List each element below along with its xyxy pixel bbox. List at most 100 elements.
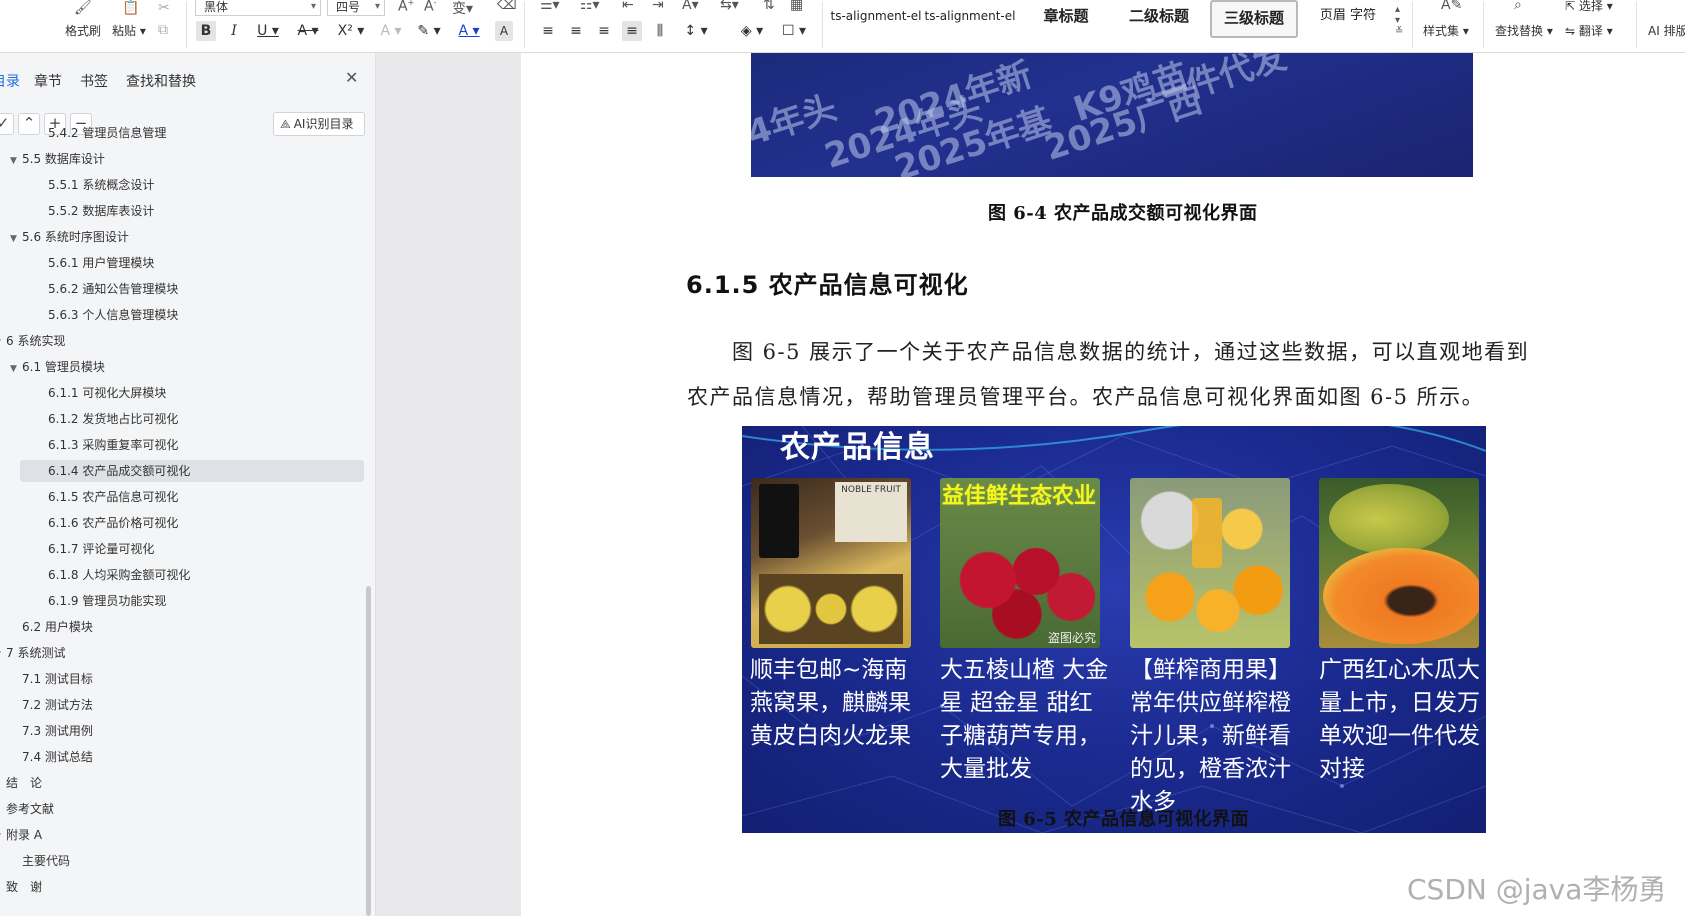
grow-font-icon[interactable]: A+ xyxy=(398,0,414,15)
style-heading-2[interactable]: 二级标题 xyxy=(1114,0,1204,38)
paste-icon[interactable]: 📋 xyxy=(122,0,139,16)
style-chapter-title[interactable]: 章标题 xyxy=(1024,0,1108,38)
toc-item[interactable]: ▼7 系统测试 xyxy=(0,642,65,664)
product-photo-pitaya[interactable]: NOBLE FRUIT xyxy=(751,478,911,648)
style-header-char[interactable]: 页眉 字符 xyxy=(1304,0,1392,38)
table-icon[interactable]: ▦ xyxy=(790,0,803,13)
toc-item[interactable]: 6.1.2 发货地占比可视化 xyxy=(48,408,178,430)
line-break-icon[interactable]: ⇆▾ xyxy=(720,0,739,13)
toc-item[interactable]: 参考文献 xyxy=(6,798,54,820)
product-photo-oranges[interactable] xyxy=(1130,478,1290,648)
paste-button[interactable]: 粘贴 ▾ xyxy=(112,22,146,39)
decrease-indent-icon[interactable]: ⇤ xyxy=(622,0,634,13)
format-painter-button[interactable]: 格式刷 xyxy=(65,22,101,39)
border-button[interactable]: ☐ ▾ xyxy=(778,21,810,41)
highlight-button[interactable]: ✎ ▾ xyxy=(413,21,445,41)
gallery-scroll-icon[interactable]: ▴ ▾ ≚ xyxy=(1395,4,1403,37)
format-painter-icon[interactable]: 🖌 xyxy=(74,0,92,16)
justify-button[interactable]: ≡ xyxy=(622,21,642,41)
search-icon[interactable]: ⌕ xyxy=(1514,0,1522,13)
expand-triangle-icon[interactable]: ▼ xyxy=(10,150,22,172)
style-set-icon[interactable]: A✎ xyxy=(1441,0,1462,13)
cut-icon[interactable]: ✂ xyxy=(158,0,170,16)
toc-item[interactable]: 7.4 测试总结 xyxy=(22,746,93,768)
toc-item[interactable]: ▼ 5.5 数据库设计 xyxy=(10,148,105,170)
strikethrough-button[interactable]: A ▾ xyxy=(294,21,322,41)
increase-indent-icon[interactable]: ⇥ xyxy=(652,0,664,13)
sort-az-icon[interactable]: ⇅ xyxy=(763,0,775,13)
line-spacing-button[interactable]: ↕ ▾ xyxy=(680,21,712,41)
toc-item[interactable]: 6.1.1 可视化大屏模块 xyxy=(48,382,166,404)
translate-button[interactable]: ⇋ 翻译 ▾ xyxy=(1565,22,1613,39)
align-center-button[interactable]: ≡ xyxy=(566,21,586,41)
distribute-button[interactable]: ⫼ xyxy=(650,21,670,41)
toc-item[interactable]: 6.1.5 农产品信息可视化 xyxy=(48,486,178,508)
tab-bookmarks[interactable]: 书签 xyxy=(80,71,108,91)
toc-item[interactable]: 6.1.4 农产品成交额可视化 xyxy=(48,460,190,482)
toc-item[interactable]: 6.1.6 农产品价格可视化 xyxy=(48,512,178,534)
tab-chapters[interactable]: 章节 xyxy=(34,71,62,91)
shading-button[interactable]: ◈ ▾ xyxy=(736,21,768,41)
phonetic-icon[interactable]: 变▾ xyxy=(452,0,473,18)
ai-detect-toc-button[interactable]: ⟁ AI识别目录 xyxy=(273,112,365,136)
expand-triangle-icon[interactable]: ▼ xyxy=(10,358,22,380)
align-left-button[interactable]: ≡ xyxy=(538,21,558,41)
expand-triangle-icon[interactable]: ▼ xyxy=(10,228,22,250)
toc-item[interactable]: 5.4.2 管理员信息管理 xyxy=(48,122,166,144)
toc-item[interactable]: ▼ 6.1 管理员模块 xyxy=(10,356,105,378)
toc-item[interactable]: 6.2 用户模块 xyxy=(22,616,93,638)
style-heading-3[interactable]: 三级标题 xyxy=(1210,0,1298,38)
toc-item[interactable]: 7.1 测试目标 xyxy=(22,668,93,690)
find-replace-button[interactable]: 查找替换 ▾ xyxy=(1495,22,1553,39)
nav-scrollbar[interactable] xyxy=(366,586,371,916)
font-size-select[interactable]: 四号 ▾ xyxy=(327,0,385,16)
copy-icon[interactable]: ⧉ xyxy=(158,22,168,38)
toc-item[interactable]: 7.2 测试方法 xyxy=(22,694,93,716)
numbered-list-icon[interactable]: ☷▾ xyxy=(580,0,600,13)
style-ts-alignment-1[interactable]: ts-alignment-el xyxy=(830,0,922,38)
bullet-list-icon[interactable]: ☰▾ xyxy=(540,0,560,13)
toc-item[interactable]: 6.1.7 评论量可视化 xyxy=(48,538,154,560)
toc-item[interactable]: 5.6.2 通知公告管理模块 xyxy=(48,278,178,300)
toc-item[interactable]: ▼6 系统实现 xyxy=(0,330,65,352)
italic-button[interactable]: I xyxy=(225,21,243,41)
figure-6-4-image[interactable]: 4年头 2024年头 2024年新 2025年基 2025广西 K9鸡苗 一件代… xyxy=(751,53,1473,177)
tab-find-replace[interactable]: 查找和替换 xyxy=(126,71,196,91)
product-photo-papaya[interactable] xyxy=(1319,478,1479,648)
tab-toc[interactable]: 目录 xyxy=(0,71,20,91)
toc-item[interactable]: 7.3 测试用例 xyxy=(22,720,93,742)
toc-item-label: 6.2 用户模块 xyxy=(22,620,93,634)
select-button[interactable]: ⇱ 选择 ▾ xyxy=(1565,0,1613,14)
style-ts-alignment-2[interactable]: ts-alignment-el xyxy=(924,0,1016,38)
ai-layout-button[interactable]: AI 排版 xyxy=(1648,22,1685,39)
toc-item[interactable]: 结 论 xyxy=(6,772,42,794)
chevron-up-icon[interactable]: ⌃ xyxy=(18,113,40,135)
sort-icon[interactable]: A▾ xyxy=(682,0,699,13)
figure-6-5-image[interactable]: 农产品信息 NOBLE FRUIT 顺丰包邮~海南燕窝果，麒麟果黄皮白肉火龙果 … xyxy=(742,426,1486,833)
toc-item[interactable]: 5.6.1 用户管理模块 xyxy=(48,252,154,274)
toc-item[interactable]: 5.6.3 个人信息管理模块 xyxy=(48,304,178,326)
superscript-button[interactable]: X² ▾ xyxy=(335,21,367,41)
bold-button[interactable]: B xyxy=(196,21,216,41)
toc-item[interactable]: 5.5.1 系统概念设计 xyxy=(48,174,154,196)
font-color-button[interactable]: A ▾ xyxy=(454,21,484,41)
product-photo-hawthorn[interactable]: 益佳鲜生态农业 盗图必究 xyxy=(940,478,1100,648)
close-icon[interactable]: ✕ xyxy=(345,68,358,87)
toc-item[interactable]: 6.1.9 管理员功能实现 xyxy=(48,590,166,612)
toc-item[interactable]: 6.1.3 采购重复率可视化 xyxy=(48,434,178,456)
font-name-select[interactable]: 黑体 ▾ xyxy=(195,0,321,16)
char-shading-button[interactable]: A xyxy=(495,21,513,41)
toc-item[interactable]: 5.5.2 数据库表设计 xyxy=(48,200,154,222)
text-effect-button[interactable]: A ▾ xyxy=(376,21,406,41)
collapse-all-button[interactable]: ✓ xyxy=(0,113,14,135)
style-set-button[interactable]: 样式集 ▾ xyxy=(1423,22,1469,39)
toc-item[interactable]: 致 谢 xyxy=(6,876,42,898)
toc-item[interactable]: ▼ 5.6 系统时序图设计 xyxy=(10,226,129,248)
toc-item[interactable]: ▼附录 A xyxy=(0,824,42,846)
toc-item[interactable]: 主要代码 xyxy=(22,850,70,872)
underline-button[interactable]: U ▾ xyxy=(254,21,282,41)
align-right-button[interactable]: ≡ xyxy=(594,21,614,41)
shrink-font-icon[interactable]: A- xyxy=(424,0,436,15)
clear-format-icon[interactable]: ⌫ xyxy=(497,0,517,13)
toc-item[interactable]: 6.1.8 人均采购金额可视化 xyxy=(48,564,190,586)
